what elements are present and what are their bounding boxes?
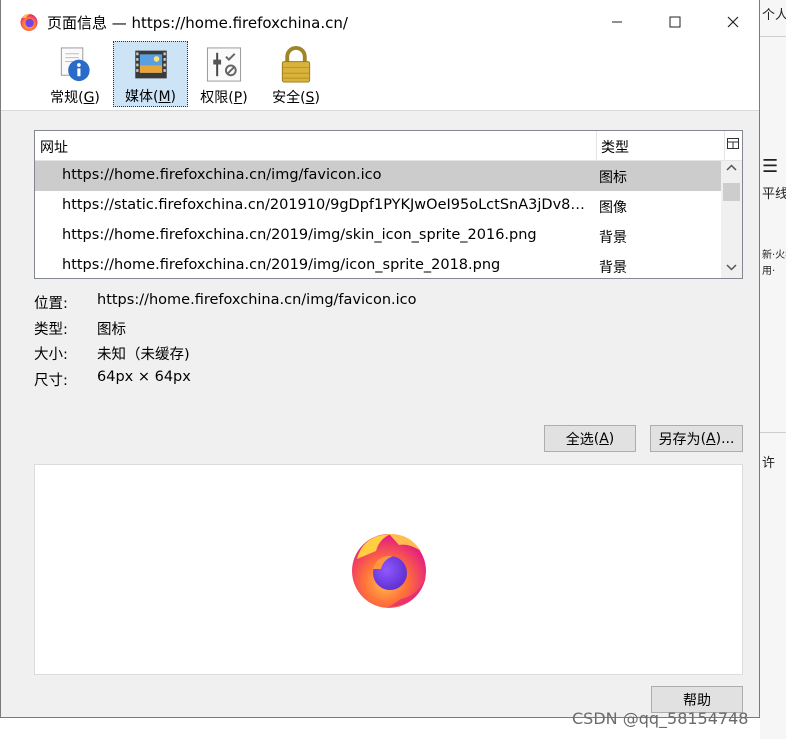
- list-header: 网址 类型: [35, 131, 742, 161]
- media-type: 背景: [599, 230, 627, 246]
- background-text: 个人: [762, 8, 786, 23]
- divider: [760, 432, 786, 433]
- tab-toolbar: 常规(G) 媒体(M) 权限(P) 安全(S): [1, 38, 759, 111]
- media-url: https://home.firefoxchina.cn/img/favicon…: [62, 167, 382, 183]
- tab-general[interactable]: 常规(G): [43, 41, 107, 107]
- scroll-down-icon[interactable]: [726, 262, 737, 276]
- tab-permissions[interactable]: 权限(P): [194, 41, 254, 107]
- column-header-url[interactable]: 网址: [40, 137, 68, 157]
- tab-security[interactable]: 安全(S): [266, 41, 326, 107]
- detail-value: 未知（未缓存): [97, 347, 190, 363]
- tab-media[interactable]: 媒体(M): [113, 41, 188, 107]
- list-row[interactable]: https://static.firefoxchina.cn/201910/9g…: [35, 191, 721, 221]
- detail-label: 大小:: [34, 347, 68, 363]
- media-url: https://home.firefoxchina.cn/2019/img/ic…: [62, 257, 501, 273]
- watermark: CSDN @qq_58154748: [572, 709, 749, 728]
- detail-label: 尺寸:: [34, 373, 68, 389]
- background-text: 许: [762, 456, 776, 471]
- column-divider: [596, 131, 597, 160]
- window-title: 页面信息 — https://home.firefoxchina.cn/: [47, 14, 348, 32]
- media-url: https://home.firefoxchina.cn/2019/img/sk…: [62, 227, 537, 243]
- save-as-button[interactable]: 另存为(A)...: [650, 425, 743, 452]
- select-all-button[interactable]: 全选(A): [544, 425, 636, 452]
- detail-label: 位置:: [34, 296, 68, 312]
- background-page: 个人 ☰ 平线 新·火狐 用· 许: [760, 0, 786, 739]
- menu-icon: ☰: [762, 156, 779, 177]
- tab-label: 安全(S): [272, 90, 320, 106]
- tab-label: 媒体(M): [124, 89, 177, 105]
- column-header-type[interactable]: 类型: [601, 137, 629, 157]
- media-type: 背景: [599, 260, 627, 276]
- info-icon: [60, 47, 90, 82]
- media-type: 图标: [599, 170, 627, 186]
- page-info-dialog: 页面信息 — https://home.firefoxchina.cn/ 常规(…: [0, 0, 760, 718]
- media-url: https://static.firefoxchina.cn/201910/9g…: [62, 197, 588, 213]
- divider: [760, 36, 786, 37]
- detail-value: https://home.firefoxchina.cn/img/favicon…: [97, 292, 417, 308]
- background-text: 平线: [762, 187, 786, 202]
- list-row[interactable]: https://home.firefoxchina.cn/2019/img/sk…: [35, 221, 721, 251]
- detail-value: 图标: [97, 322, 126, 338]
- list-row[interactable]: https://home.firefoxchina.cn/img/favicon…: [35, 161, 721, 191]
- tab-label: 权限(P): [200, 90, 248, 106]
- media-icon: [134, 50, 167, 79]
- firefox-logo-icon: [352, 533, 426, 608]
- detail-value: 64px × 64px: [97, 369, 191, 385]
- vertical-scrollbar[interactable]: [721, 161, 742, 278]
- detail-label: 类型:: [34, 322, 68, 338]
- column-picker-icon[interactable]: [727, 137, 740, 153]
- permissions-icon: [206, 47, 242, 82]
- media-list[interactable]: 网址 类型 https://home.firefoxchina.cn/img/f…: [34, 130, 743, 279]
- lock-icon: [281, 45, 311, 83]
- column-divider: [724, 131, 725, 160]
- firefox-icon: [19, 12, 39, 36]
- media-type: 图像: [599, 200, 627, 216]
- background-text: 新·火狐: [762, 250, 786, 261]
- list-row[interactable]: https://home.firefoxchina.cn/2019/img/ic…: [35, 251, 721, 278]
- background-text: 用·: [762, 266, 776, 277]
- media-preview: [34, 464, 743, 675]
- scroll-up-icon[interactable]: [726, 163, 737, 177]
- scrollbar-thumb[interactable]: [723, 183, 740, 201]
- tab-label: 常规(G): [50, 90, 100, 106]
